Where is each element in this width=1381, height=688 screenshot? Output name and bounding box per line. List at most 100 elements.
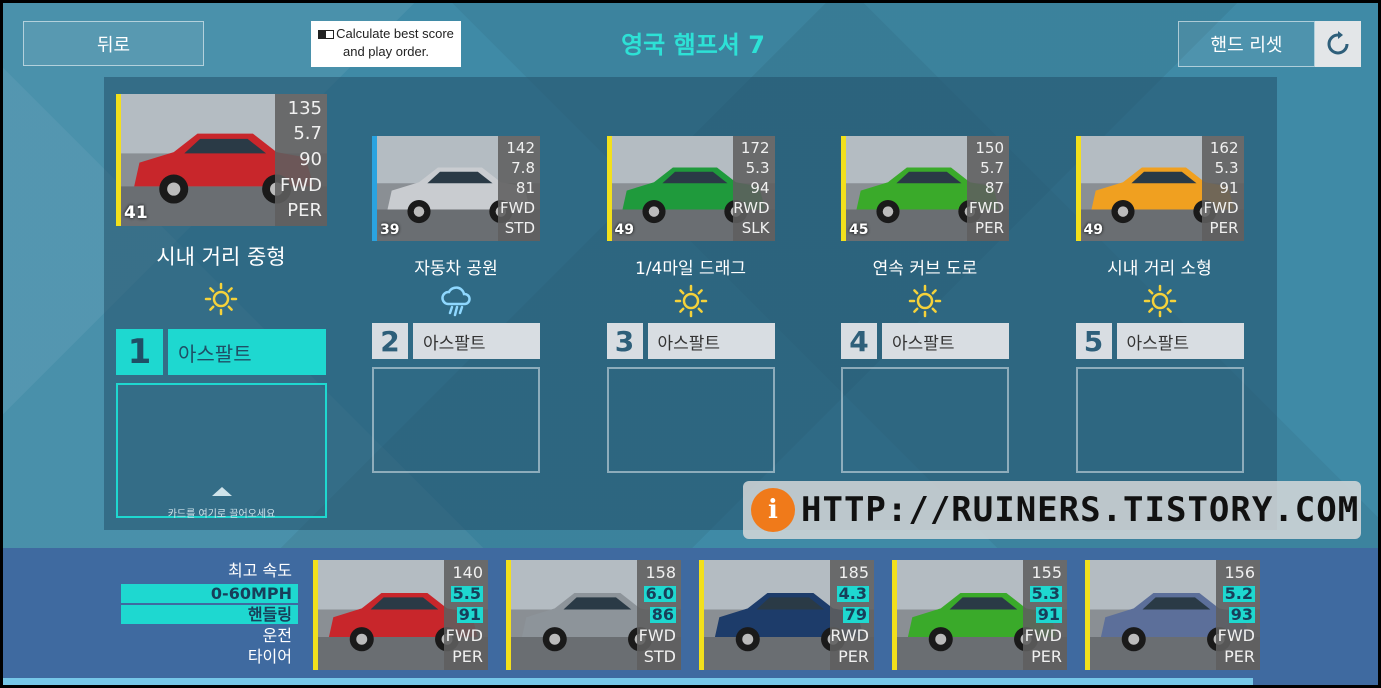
hand-card-2[interactable]: 158 6.0 86 FWD STD <box>506 560 681 670</box>
stat-drive: FWD <box>1217 626 1255 646</box>
card-stats: 150 5.7 87 FWD PER <box>967 136 1009 241</box>
stat-top-speed: 135 <box>287 97 322 119</box>
stat-handling: 90 <box>299 148 322 170</box>
stat-drive: FWD <box>499 199 535 218</box>
stat-handling: 87 <box>984 178 1004 197</box>
stat-handling: 93 <box>1228 604 1255 624</box>
stat-top-speed: 172 <box>740 138 770 157</box>
stat-drive: FWD <box>445 626 483 646</box>
stat-tyre: STD <box>504 219 535 238</box>
stat-tyre: PER <box>1031 647 1062 667</box>
rain-cloud-icon <box>439 284 473 318</box>
card-stats: 158 6.0 86 FWD STD <box>637 560 681 670</box>
event-name-2: 자동차 공원 <box>414 259 498 279</box>
stat-drive: RWD <box>733 199 770 218</box>
event-name-1: 시내 거리 중형 <box>156 245 286 269</box>
stat-drive: FWD <box>968 199 1004 218</box>
surface-label-2: 아스팔트 <box>413 323 540 359</box>
stat-acceleration: 5.3 <box>1029 583 1062 603</box>
stat-drive: RWD <box>830 626 869 646</box>
stat-tyre: PER <box>287 200 322 222</box>
stat-top-speed: 162 <box>1209 138 1239 157</box>
stat-tyre: PER <box>1209 219 1239 238</box>
sun-icon <box>674 284 708 318</box>
hand-card-3[interactable]: 185 4.3 79 RWD PER <box>699 560 874 670</box>
stat-acceleration: 6.0 <box>643 583 676 603</box>
event-card-4[interactable]: 150 5.7 87 FWD PER 45 <box>841 136 1009 241</box>
slot-number-3: 3 <box>606 323 643 359</box>
event-card-3[interactable]: 172 5.3 94 RWD SLK 49 <box>606 136 775 241</box>
stat-top-speed: 158 <box>645 562 676 582</box>
stat-top-speed: 156 <box>1224 562 1255 582</box>
stat-acceleration: 5.3 <box>1214 158 1239 177</box>
surface-label-5: 아스팔트 <box>1116 323 1244 359</box>
hand-area: 최고 속도 0-60MPH 핸들링 운전 타이어 140 5.5 91 FWD PER 1… <box>3 548 1378 685</box>
legend-drive: 운전 <box>262 626 292 645</box>
card-stats: 162 5.3 91 FWD PER <box>1201 136 1244 241</box>
game-screen: 뒤로 Calculate best score and play order. … <box>3 3 1378 685</box>
stat-handling: 91 <box>1219 178 1239 197</box>
stat-handling: 94 <box>750 178 770 197</box>
progress-bar <box>3 678 1253 685</box>
event-name-5: 시내 거리 소형 <box>1107 259 1212 279</box>
slot-number-5: 5 <box>1075 323 1112 359</box>
stat-tyre: SLK <box>741 219 770 238</box>
event-card-5[interactable]: 162 5.3 91 FWD PER 49 <box>1075 136 1244 241</box>
stat-acceleration: 5.3 <box>745 158 770 177</box>
stat-tyre: PER <box>975 219 1004 238</box>
sun-icon <box>204 282 238 316</box>
stat-acceleration: 5.2 <box>1222 583 1255 603</box>
card-stats: 135 5.7 90 FWD PER <box>275 94 327 226</box>
hand-card-1[interactable]: 140 5.5 91 FWD PER <box>313 560 488 670</box>
card-stats: 172 5.3 94 RWD SLK <box>732 136 775 241</box>
card-stats: 156 5.2 93 FWD PER <box>1216 560 1260 670</box>
card-drop-slot-3[interactable] <box>606 367 775 473</box>
stat-drive: FWD <box>1203 199 1239 218</box>
stat-handling: 91 <box>1035 604 1062 624</box>
event-name-3: 1/4마일 드래그 <box>635 259 746 279</box>
card-drop-slot-5[interactable] <box>1075 367 1244 473</box>
card-stats: 185 4.3 79 RWD PER <box>830 560 874 670</box>
back-label: 뒤로 <box>96 34 131 56</box>
card-rating: 49 <box>1083 222 1103 238</box>
stat-handling: 79 <box>842 604 869 624</box>
stat-top-speed: 185 <box>838 562 869 582</box>
card-drop-slot-2[interactable] <box>372 367 540 473</box>
legend-acceleration: 0-60MPH <box>121 584 298 603</box>
sun-icon <box>1143 284 1177 318</box>
stat-tyre: PER <box>1224 647 1255 667</box>
stat-tyre: STD <box>643 647 676 667</box>
back-button[interactable]: 뒤로 <box>23 21 204 66</box>
hand-card-4[interactable]: 155 5.3 91 FWD PER <box>892 560 1067 670</box>
hand-card-5[interactable]: 156 5.2 93 FWD PER <box>1085 560 1260 670</box>
card-drop-slot-4[interactable] <box>841 367 1009 473</box>
stat-tyre: PER <box>452 647 483 667</box>
calculate-label: Calculate best score and play order. <box>336 26 454 59</box>
legend-tyre: 타이어 <box>247 647 292 666</box>
stat-top-speed: 140 <box>452 562 483 582</box>
event-card-2[interactable]: 142 7.8 81 FWD STD 39 <box>372 136 540 241</box>
toggle-icon <box>318 30 335 40</box>
stat-handling: 81 <box>515 178 535 197</box>
drop-hint: 카드를 여기로 끌어오세요 <box>167 509 276 520</box>
reset-hand-label: 핸드 리셋 <box>1210 35 1283 56</box>
refresh-icon[interactable] <box>1315 21 1361 67</box>
card-drop-slot-1[interactable]: 카드를 여기로 끌어오세요 <box>116 383 327 520</box>
reset-hand-button[interactable]: 핸드 리셋 <box>1178 21 1315 67</box>
calculate-button[interactable]: Calculate best score and play order. <box>311 21 461 67</box>
card-stats: 140 5.5 91 FWD PER <box>444 560 488 670</box>
event-card-1[interactable]: 135 5.7 90 FWD PER 41 <box>116 94 327 226</box>
slot-number-2: 2 <box>372 323 408 359</box>
caret-up-icon <box>212 487 232 496</box>
card-stats: 155 5.3 91 FWD PER <box>1023 560 1067 670</box>
stat-top-speed: 142 <box>506 138 535 157</box>
stat-top-speed: 155 <box>1031 562 1062 582</box>
card-stats: 142 7.8 81 FWD STD <box>498 136 540 241</box>
card-rating: 41 <box>124 203 148 223</box>
watermark-logo-icon: i <box>751 488 795 532</box>
surface-label-1: 아스팔트 <box>168 329 326 375</box>
stat-acceleration: 4.3 <box>836 583 869 603</box>
stat-tyre: PER <box>838 647 869 667</box>
stat-acceleration: 5.7 <box>980 158 1004 177</box>
stat-drive: FWD <box>279 174 322 196</box>
